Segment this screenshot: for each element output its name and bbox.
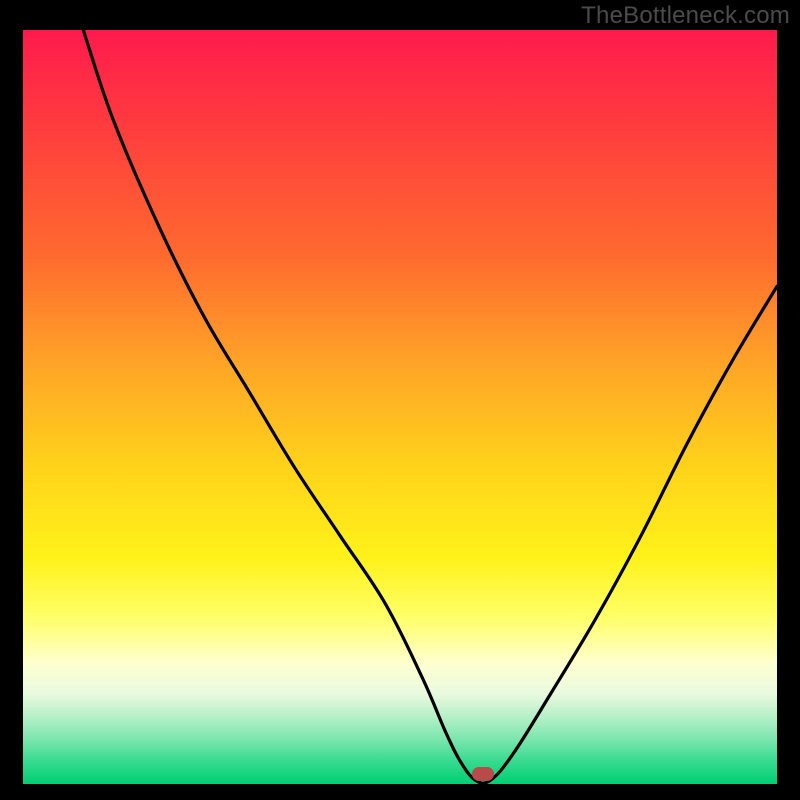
chart-frame: TheBottleneck.com xyxy=(0,0,800,800)
watermark-text: TheBottleneck.com xyxy=(581,2,790,30)
plot-area xyxy=(23,30,777,784)
optimum-marker xyxy=(472,767,494,781)
bottleneck-curve xyxy=(23,30,777,784)
